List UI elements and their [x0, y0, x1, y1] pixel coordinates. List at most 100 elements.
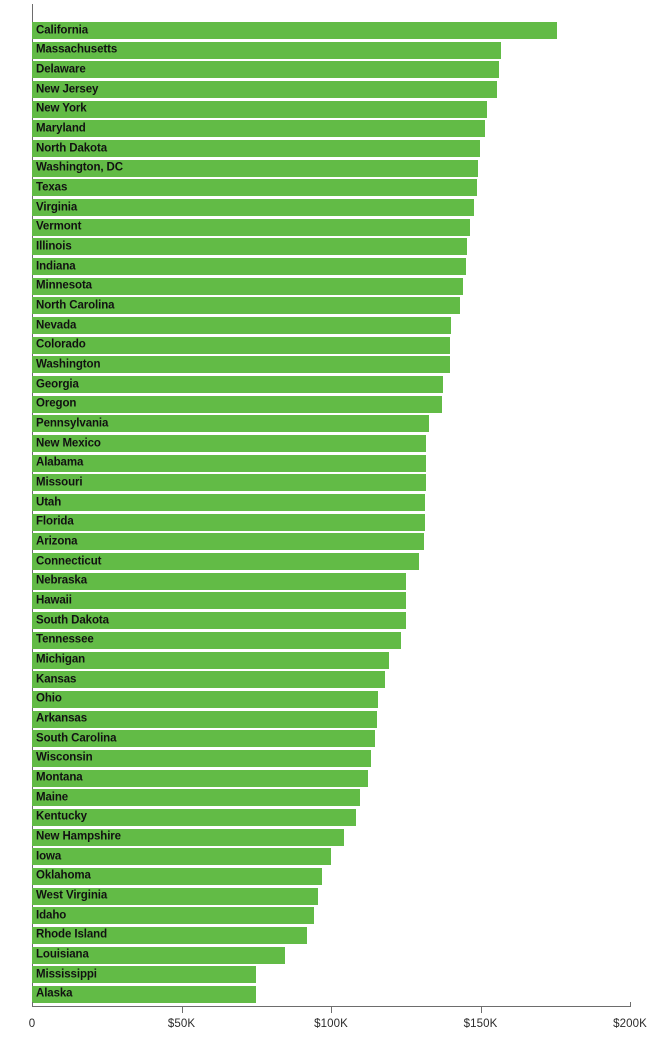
bar-row: Virginia [32, 199, 661, 219]
bar-row: Ohio [32, 690, 661, 711]
bar: Louisiana [32, 946, 285, 964]
bar-row: Louisiana [32, 946, 661, 967]
bar-row: West Virginia [32, 887, 661, 908]
bar: Massachusetts [32, 41, 502, 59]
x-axis-tick-label: 0 [28, 1018, 36, 1030]
bar-category-label: North Carolina [36, 299, 115, 312]
bar: Colorado [32, 336, 450, 354]
bar-category-label: Alabama [36, 456, 84, 469]
bar-row: Florida [32, 513, 661, 534]
bar-row: Rhode Island [32, 926, 661, 947]
bar-category-label: Arkansas [36, 712, 87, 725]
bar-category-label: Montana [36, 771, 83, 784]
bar: Oklahoma [32, 867, 322, 885]
bar-row: South Carolina [32, 730, 661, 750]
x-axis-tick-label: $200K [613, 1018, 647, 1030]
bar-row: Texas [32, 179, 661, 199]
bar: Wisconsin [32, 749, 372, 767]
bar: Nevada [32, 317, 451, 335]
bar: Kansas [32, 671, 386, 689]
bar-row: Kansas [32, 671, 661, 691]
bar: Oregon [32, 395, 442, 413]
x-axis-tick [480, 1006, 482, 1013]
bar: Alaska [32, 985, 256, 1003]
bar-row: California [32, 22, 661, 42]
bar: West Virginia [32, 887, 319, 905]
bar-row: Connecticut [32, 553, 661, 573]
x-axis-tick [331, 1006, 332, 1013]
bar: Rhode Island [32, 926, 308, 944]
bar: Washington, DC [32, 159, 479, 177]
bar-row: North Dakota [32, 140, 661, 160]
bar-row: Wisconsin [32, 749, 661, 770]
bar: Alabama [32, 454, 427, 472]
bar-category-label: Minnesota [36, 279, 92, 292]
bar-row: Washington, DC [32, 159, 661, 180]
x-axis-tick [630, 1002, 631, 1007]
bar-category-label: South Dakota [36, 613, 109, 626]
x-axis-tick-label: $100K [314, 1018, 348, 1030]
bar-category-label: Texas [36, 181, 68, 194]
bar-category-label: North Dakota [36, 141, 108, 154]
bar-row: Michigan [32, 651, 661, 672]
bar: North Dakota [32, 140, 480, 158]
bar-category-label: California [36, 23, 89, 36]
x-axis-tick [32, 1002, 33, 1007]
bar-category-label: Arizona [36, 535, 78, 548]
bar-row: Tennessee [32, 631, 661, 652]
bar: Virginia [32, 199, 474, 217]
bar-category-label: Illinois [36, 240, 72, 253]
bar-row: Missouri [32, 474, 661, 494]
bar: New Mexico [32, 435, 427, 453]
bar: Maine [32, 789, 360, 807]
bar-row: Nebraska [32, 572, 661, 593]
bar-row: New Mexico [32, 435, 661, 455]
bar-row: Washington [32, 356, 661, 376]
bar-category-label: Georgia [36, 377, 79, 390]
bar: Utah [32, 494, 425, 512]
bar-row: Pennsylvania [32, 415, 661, 435]
bar-category-label: Ohio [36, 692, 62, 705]
bar-row: South Dakota [32, 612, 661, 632]
bar: North Carolina [32, 297, 460, 315]
x-axis-tick-label: $150K [463, 1018, 498, 1030]
bar-category-label: Colorado [36, 338, 86, 351]
bar-row: Iowa [32, 848, 661, 868]
bar: Hawaii [32, 592, 407, 610]
bar-row: Minnesota [32, 277, 661, 298]
bar-row: Delaware [32, 61, 661, 81]
plot-area: California Massachusetts Delaware New Jerse… [0, 0, 661, 1006]
bar-row: Vermont [32, 218, 661, 239]
bar: Delaware [32, 61, 500, 79]
bar: Arkansas [32, 710, 378, 728]
bar: Illinois [32, 238, 468, 256]
bar-row: Georgia [32, 376, 661, 396]
bar: Iowa [32, 848, 331, 866]
bar-category-label: Kentucky [36, 810, 87, 823]
bar: Florida [32, 513, 425, 531]
bar-category-label: Washington [36, 358, 101, 371]
bar: Texas [32, 179, 477, 197]
bar: Tennessee [32, 631, 401, 649]
bar: Michigan [32, 651, 389, 669]
bar-category-label: Alaska [36, 987, 73, 1000]
bar: Idaho [32, 907, 314, 925]
bar-chart: California Massachusetts Delaware New Jerse… [0, 0, 661, 1048]
bar-category-label: New Mexico [36, 436, 101, 449]
bar: Arizona [32, 533, 424, 551]
bar: Kentucky [32, 808, 357, 826]
bar: California [32, 22, 558, 39]
bar-category-label: Maine [36, 790, 69, 803]
bar-row: Colorado [32, 336, 661, 357]
bar-category-label: Connecticut [36, 554, 102, 567]
bar: South Carolina [32, 730, 375, 748]
bar-category-label: Oklahoma [36, 869, 91, 882]
bar-category-label: Florida [36, 515, 74, 528]
bar-row: Maryland [32, 120, 661, 140]
bar-category-label: Delaware [36, 63, 86, 76]
bar-category-label: Massachusetts [36, 43, 118, 56]
bar-row: Indiana [32, 258, 661, 278]
bar-category-label: Nebraska [36, 574, 87, 587]
bar-row: Oregon [32, 395, 661, 416]
bar-row: Nevada [32, 317, 661, 337]
